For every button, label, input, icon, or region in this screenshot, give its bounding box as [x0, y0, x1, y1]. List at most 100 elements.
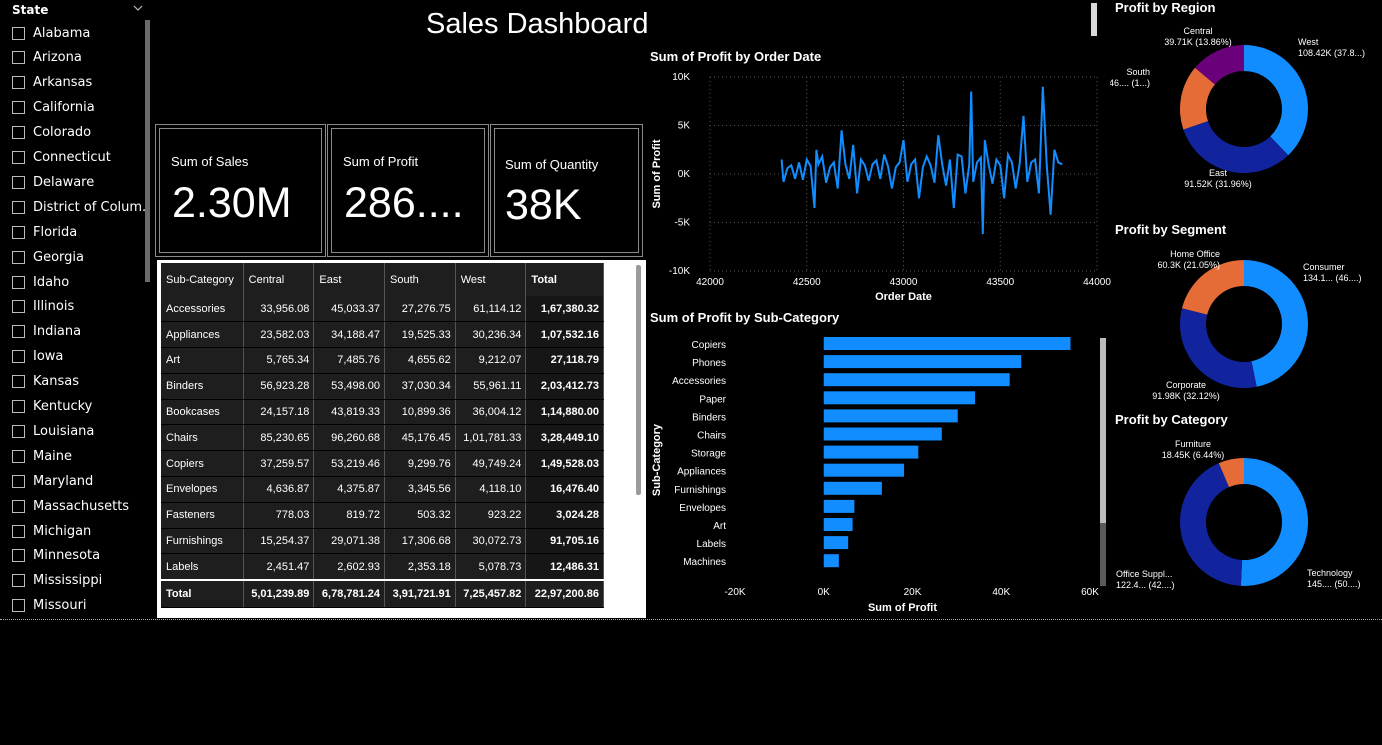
profit-line[interactable]	[780, 86, 1063, 235]
checkbox[interactable]	[12, 51, 25, 65]
slicer-item[interactable]: Georgia	[12, 248, 148, 266]
checkbox[interactable]	[12, 350, 25, 364]
slicer-item[interactable]: Connecticut	[12, 149, 148, 167]
slicer-item[interactable]: Illinois	[12, 298, 148, 316]
checkbox[interactable]	[12, 26, 25, 40]
column-header[interactable]: West	[455, 263, 527, 296]
checkbox[interactable]	[12, 175, 25, 189]
slicer-item-label: Mississippi	[33, 573, 103, 589]
checkbox[interactable]	[12, 275, 25, 289]
slicer-item[interactable]: Alabama	[12, 24, 148, 42]
column-header[interactable]: Total	[525, 263, 604, 296]
table-cell: 19,525.33	[384, 321, 456, 349]
donut-slice[interactable]	[1244, 260, 1308, 387]
bar[interactable]	[823, 463, 905, 477]
slicer-item[interactable]: Florida	[12, 223, 148, 241]
column-header[interactable]: East	[313, 263, 386, 296]
checkbox[interactable]	[12, 101, 25, 115]
slicer-item[interactable]: Minnesota	[12, 547, 148, 565]
x-tick-label: 43000	[890, 277, 918, 288]
slicer-item[interactable]: California	[12, 99, 148, 117]
slicer-item[interactable]: Delaware	[12, 173, 148, 191]
checkbox[interactable]	[12, 424, 25, 438]
slicer-item[interactable]: Indiana	[12, 323, 148, 341]
checkbox[interactable]	[12, 449, 25, 463]
slicer-item[interactable]: Iowa	[12, 348, 148, 366]
slicer-item[interactable]: District of Colum...	[12, 198, 148, 216]
donut-slice[interactable]	[1240, 458, 1309, 586]
page-scrollbar[interactable]	[1091, 3, 1097, 36]
checkbox[interactable]	[12, 151, 25, 164]
table-cell: 1,49,528.03	[525, 450, 604, 478]
y-tick-label: -10K	[669, 266, 690, 277]
donut-slice[interactable]	[1180, 308, 1257, 388]
checkbox[interactable]	[12, 225, 25, 239]
slicer-item-label: Minnesota	[33, 548, 101, 564]
column-header[interactable]: Sub-Category	[161, 263, 244, 296]
slicer-item[interactable]: Arkansas	[12, 74, 148, 92]
slicer-item-label: Maine	[33, 448, 73, 464]
slicer-item[interactable]: Maryland	[12, 472, 148, 490]
checkbox[interactable]	[12, 76, 25, 90]
checkbox[interactable]	[12, 474, 25, 488]
slicer-item-label: Florida	[33, 224, 78, 240]
donut-slice[interactable]	[1244, 45, 1309, 156]
bar[interactable]	[823, 373, 1010, 387]
bar[interactable]	[823, 499, 855, 513]
bar[interactable]	[823, 518, 853, 531]
column-header[interactable]: Central	[243, 263, 315, 296]
slicer-item[interactable]: Maine	[12, 447, 148, 465]
bar[interactable]	[823, 445, 919, 459]
slicer-item[interactable]: Michigan	[12, 522, 148, 540]
donut-slice[interactable]	[1183, 121, 1289, 174]
slicer-item-label: Indiana	[33, 324, 82, 340]
bar[interactable]	[823, 536, 849, 550]
checkbox[interactable]	[12, 126, 25, 140]
bar[interactable]	[823, 554, 839, 568]
slicer-item[interactable]: Arizona	[12, 49, 148, 67]
checkbox[interactable]	[12, 599, 25, 613]
checkbox[interactable]	[12, 574, 25, 588]
slicer-item[interactable]: Idaho	[12, 273, 148, 291]
slicer-item[interactable]: Mississippi	[12, 572, 148, 590]
checkbox[interactable]	[12, 300, 25, 314]
slicer-item[interactable]: Massachusetts	[12, 497, 148, 515]
bar[interactable]	[823, 409, 958, 423]
profit-by-region-donut: West 108.42K (37.8...)East 91.52K (31.96%)…	[1110, 26, 1365, 189]
bar[interactable]	[823, 355, 1022, 369]
bar-chart-scrollbar-thumb[interactable]	[1100, 338, 1106, 523]
table-cell: 2,353.18	[384, 553, 456, 581]
checkbox[interactable]	[12, 499, 25, 513]
table-scrollbar[interactable]	[636, 265, 641, 495]
checkbox[interactable]	[12, 524, 25, 538]
bar[interactable]	[823, 427, 942, 441]
table-row: Binders 56,923.28 53,498.00 37,030.34 55,961…	[161, 373, 604, 400]
bar[interactable]	[823, 391, 976, 405]
x-tick-label: 42500	[793, 277, 821, 288]
checkbox[interactable]	[12, 200, 25, 214]
slicer-scrollbar[interactable]	[145, 20, 150, 282]
table-cell: Art	[161, 347, 244, 374]
column-header[interactable]: South	[384, 263, 456, 296]
table-cell: 24,157.18	[243, 399, 315, 426]
sales-label: Sum of Sales	[171, 154, 249, 169]
checkbox[interactable]	[12, 325, 25, 339]
slicer-item[interactable]: Missouri	[12, 597, 148, 615]
x-tick-label: 43500	[986, 277, 1014, 288]
slicer-item[interactable]: Kentucky	[12, 398, 148, 416]
category-label: Labels	[697, 539, 726, 550]
slicer-item[interactable]: Louisiana	[12, 422, 148, 440]
slicer-item[interactable]: Kansas	[12, 373, 148, 391]
bar[interactable]	[823, 337, 1071, 350]
x-axis-title: Sum of Profit	[868, 602, 937, 614]
checkbox[interactable]	[12, 250, 25, 264]
slicer-item-label: Alabama	[33, 25, 91, 41]
checkbox[interactable]	[12, 375, 25, 389]
bar[interactable]	[823, 481, 882, 495]
x-tick-label: 20K	[904, 587, 922, 598]
slicer-item-label: Delaware	[33, 174, 95, 190]
checkbox[interactable]	[12, 549, 25, 563]
checkbox[interactable]	[12, 400, 25, 413]
chevron-down-icon[interactable]	[132, 2, 144, 14]
slicer-item[interactable]: Colorado	[12, 124, 148, 142]
